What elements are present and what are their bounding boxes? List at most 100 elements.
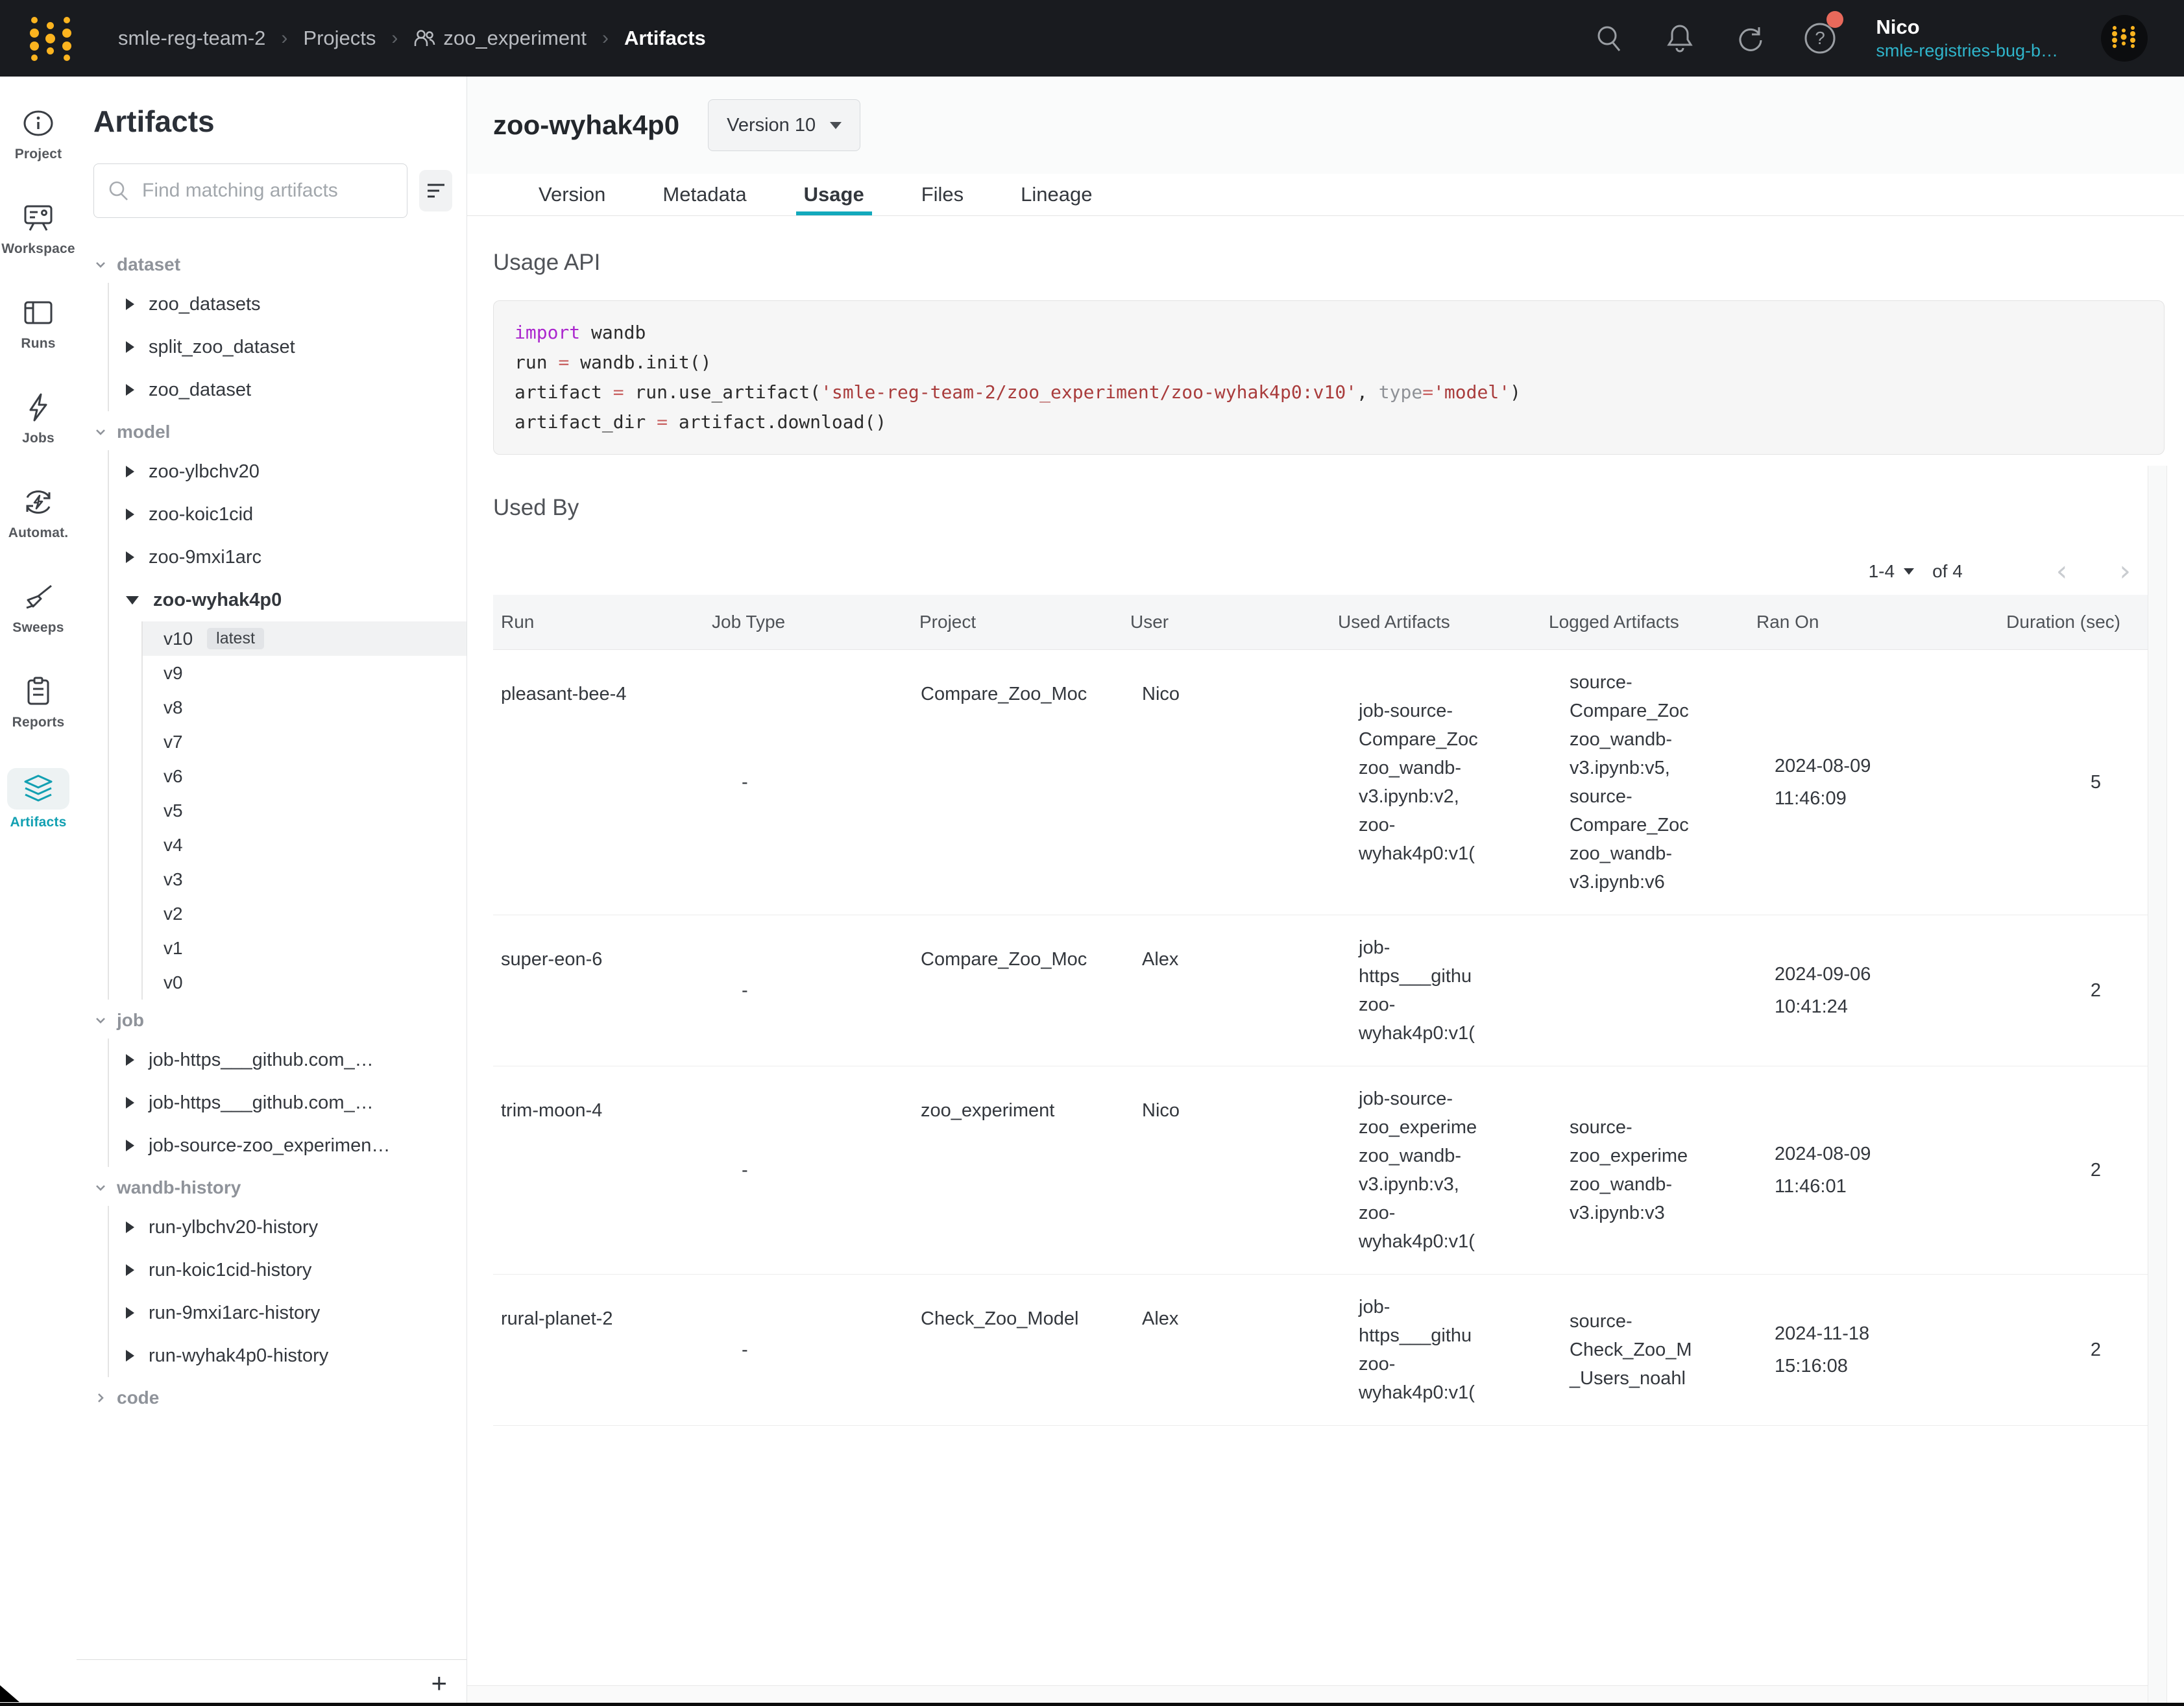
tree-section-job: job job-https___github.com_… job-https__… [93, 1002, 467, 1167]
add-artifact-plus-button[interactable]: + [431, 1670, 447, 1697]
breadcrumb-project-label: zoo_experiment [443, 27, 587, 50]
version-row[interactable]: v4 [143, 828, 467, 862]
tree-item[interactable]: run-wyhak4p0-history [126, 1334, 467, 1377]
tab-version[interactable]: Version [539, 174, 605, 215]
tree-section-header-dataset[interactable]: dataset [93, 246, 467, 283]
tree-item[interactable]: job-https___github.com_… [126, 1081, 467, 1124]
tree-section-header-job[interactable]: job [93, 1002, 467, 1039]
run-name-link[interactable]: super-eon-6 [493, 933, 704, 1048]
tree-items: zoo-ylbchv20 zoo-koic1cid zoo-9mxi1arc z… [108, 450, 467, 1000]
rail-item-automations[interactable]: Automat. [0, 472, 77, 567]
breadcrumb-project[interactable]: zoo_experiment [413, 27, 587, 50]
version-row[interactable]: v0 [143, 965, 467, 1000]
refresh-icon[interactable] [1733, 21, 1767, 55]
used-artifacts-cell: job-source- Compare_Zoc zoo_wandb- v3.ip… [1330, 697, 1499, 868]
ran-on-cell: 2024-09-06 10:41:24 [1749, 958, 1960, 1023]
logo-dot [31, 54, 38, 61]
version-row[interactable]: v5 [143, 793, 467, 828]
search-icon[interactable] [1593, 21, 1627, 55]
artifact-search-input[interactable] [141, 179, 394, 202]
rail-item-artifacts[interactable]: Artifacts [0, 756, 77, 851]
tree-item-selected[interactable]: zoo-wyhak4p0 [126, 579, 467, 621]
rail-item-reports[interactable]: Reports [0, 662, 77, 756]
avatar[interactable] [2101, 15, 2148, 62]
artifact-title: zoo-wyhak4p0 [493, 110, 679, 141]
next-page-button[interactable]: › [2102, 557, 2148, 586]
team-members-icon [413, 29, 435, 48]
breadcrumb-current-page: Artifacts [624, 27, 706, 50]
tab-metadata[interactable]: Metadata [662, 174, 746, 215]
filter-button[interactable] [419, 170, 452, 211]
tree-item[interactable]: zoo-9mxi1arc [126, 536, 467, 579]
logged-artifacts-cell: source- Check_Zoo_M _Users_noahl [1541, 1307, 1710, 1393]
version-row[interactable]: v7 [143, 725, 467, 759]
tree-item[interactable]: run-koic1cid-history [126, 1249, 467, 1292]
tree-item[interactable]: run-ylbchv20-history [126, 1206, 467, 1249]
ran-on-cell: 2024-08-09 11:46:09 [1749, 750, 1960, 815]
ran-on-cell: 2024-08-09 11:46:01 [1749, 1138, 1960, 1203]
rail-item-runs[interactable]: Runs [0, 283, 77, 378]
tab-usage[interactable]: Usage [804, 174, 864, 215]
version-row[interactable]: v6 [143, 759, 467, 793]
version-label: v6 [164, 766, 183, 787]
wandb-logo-icon[interactable] [29, 13, 75, 64]
tree-section-header-code[interactable]: code [93, 1380, 467, 1416]
tab-lineage[interactable]: Lineage [1021, 174, 1092, 215]
tree-section-header-wandb-history[interactable]: wandb-history [93, 1170, 467, 1206]
tree-section-label: wandb-history [117, 1177, 241, 1198]
run-name-link[interactable]: rural-planet-2 [493, 1293, 704, 1407]
tree-item-label: zoo-ylbchv20 [149, 461, 260, 483]
tree-item-label: split_zoo_dataset [149, 337, 295, 358]
tab-label: Version [539, 183, 605, 206]
user-cell: Alex [1122, 933, 1330, 1048]
horizontal-scrollbar[interactable] [467, 1685, 2148, 1703]
usage-api-heading: Usage API [493, 250, 2184, 276]
notifications-bell-icon[interactable] [1663, 21, 1697, 55]
logo-dot [64, 54, 70, 61]
topbar-actions: ? Nico smle-registries-bug-b… [1593, 15, 2148, 62]
breadcrumb-projects[interactable]: Projects [303, 27, 376, 50]
version-row-v10[interactable]: v10 latest [143, 621, 467, 656]
version-row[interactable]: v3 [143, 862, 467, 896]
tree-item[interactable]: split_zoo_dataset [126, 326, 467, 368]
version-row[interactable]: v2 [143, 896, 467, 931]
artifacts-layers-icon [7, 768, 69, 810]
rail-item-workspace[interactable]: Workspace [0, 188, 77, 283]
top-navbar: smle-reg-team-2 › Projects › zoo_experim… [0, 0, 2184, 77]
code-token: = [613, 381, 624, 403]
tree-item[interactable]: zoo-ylbchv20 [126, 450, 467, 493]
tab-label: Usage [804, 183, 864, 206]
rail-item-sweeps[interactable]: Sweeps [0, 567, 77, 662]
breadcrumb-team[interactable]: smle-reg-team-2 [118, 27, 265, 50]
vertical-scrollbar[interactable] [2148, 466, 2167, 1706]
sweeps-broom-icon [19, 579, 58, 615]
tree-item[interactable]: run-9mxi1arc-history [126, 1292, 467, 1334]
tree-item-label: zoo-wyhak4p0 [153, 590, 282, 611]
used-artifacts-cell: job- https___githu zoo- wyhak4p0:v1( [1330, 1293, 1499, 1407]
version-row[interactable]: v9 [143, 656, 467, 690]
page-range-dropdown[interactable]: 1-4 [1869, 561, 1914, 582]
rail-item-project[interactable]: Project [0, 93, 77, 188]
version-label: v4 [164, 835, 183, 856]
tab-files[interactable]: Files [921, 174, 964, 215]
tree-items: zoo_datasets split_zoo_dataset zoo_datas… [108, 283, 467, 411]
user-menu[interactable]: Nico smle-registries-bug-b… [1876, 15, 2058, 62]
version-dropdown[interactable]: Version 10 [708, 99, 860, 151]
run-name-link[interactable]: pleasant-bee-4 [493, 668, 704, 896]
tree-item[interactable]: zoo_datasets [126, 283, 467, 326]
tree-item[interactable]: job-https___github.com_… [126, 1039, 467, 1081]
tree-section-header-model[interactable]: model [93, 414, 467, 450]
main-content: zoo-wyhak4p0 Version 10 Version Metadata… [467, 77, 2184, 1706]
jobs-lightning-icon [19, 389, 58, 426]
run-name-link[interactable]: trim-moon-4 [493, 1085, 704, 1256]
tree-item[interactable]: zoo-koic1cid [126, 493, 467, 536]
version-row[interactable]: v8 [143, 690, 467, 725]
column-header-user: User [1122, 612, 1330, 632]
prev-page-button[interactable]: ‹ [2039, 557, 2085, 586]
tree-item[interactable]: job-source-zoo_experimen… [126, 1124, 467, 1167]
tree-item[interactable]: zoo_dataset [126, 368, 467, 411]
help-icon[interactable]: ? [1803, 21, 1837, 55]
rail-item-jobs[interactable]: Jobs [0, 378, 77, 472]
version-row[interactable]: v1 [143, 931, 467, 965]
logo-dot [62, 42, 71, 51]
